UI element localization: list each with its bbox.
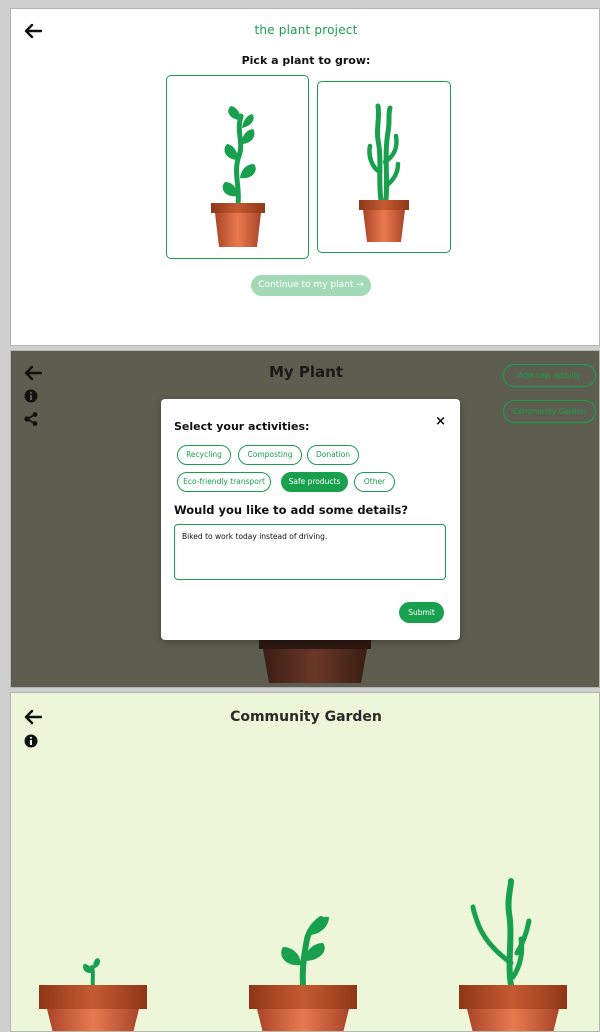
pick-plant-heading: Pick a plant to grow:: [241, 54, 371, 67]
leafy-pot-icon: [249, 916, 357, 1031]
info-icon[interactable]: [24, 734, 38, 748]
activity-chip-donation[interactable]: Donation: [307, 445, 359, 465]
cactus-plant-icon: [359, 103, 409, 242]
activity-chip-other[interactable]: Other: [354, 472, 395, 492]
submit-button[interactable]: Submit: [399, 602, 444, 623]
close-icon[interactable]: ×: [435, 414, 446, 429]
leafy-plant-icon: [211, 106, 265, 247]
page-title: Community Garden: [230, 709, 382, 725]
share-icon[interactable]: [24, 412, 38, 426]
plant-pot-icon: [259, 635, 371, 683]
sprout-pot-icon: [39, 958, 147, 1031]
my-plant-screen: My Plant Add new activity Community Gard…: [10, 350, 600, 688]
plant-option-leafy[interactable]: [166, 75, 309, 259]
activity-chip-eco-transport[interactable]: Eco-friendly transport: [177, 472, 271, 492]
add-activity-button[interactable]: Add new activity: [503, 364, 596, 387]
details-heading: Would you like to add some details?: [174, 503, 409, 517]
plant-picker-screen: the plant project Pick a plant to grow: …: [10, 8, 600, 346]
activity-chip-safe-products[interactable]: Safe products: [281, 472, 348, 492]
brand-logo: the plant project: [254, 23, 358, 37]
cactus-pot-icon: [459, 878, 567, 1031]
info-icon[interactable]: [24, 389, 38, 403]
community-garden-screen: Community Garden: [10, 692, 600, 1032]
plant-option-cactus[interactable]: [317, 81, 451, 253]
activity-chip-composting[interactable]: Composting: [238, 445, 302, 465]
activity-chip-recycling[interactable]: Recycling: [177, 445, 231, 465]
activities-heading: Select your activities:: [174, 420, 310, 433]
continue-to-plant-button[interactable]: Continue to my plant →: [251, 275, 371, 296]
community-garden-button[interactable]: Community Garden: [503, 400, 596, 423]
activity-modal: × Select your activities: Recycling Comp…: [161, 399, 460, 640]
activity-details-field[interactable]: Biked to work today instead of driving.: [174, 524, 446, 580]
